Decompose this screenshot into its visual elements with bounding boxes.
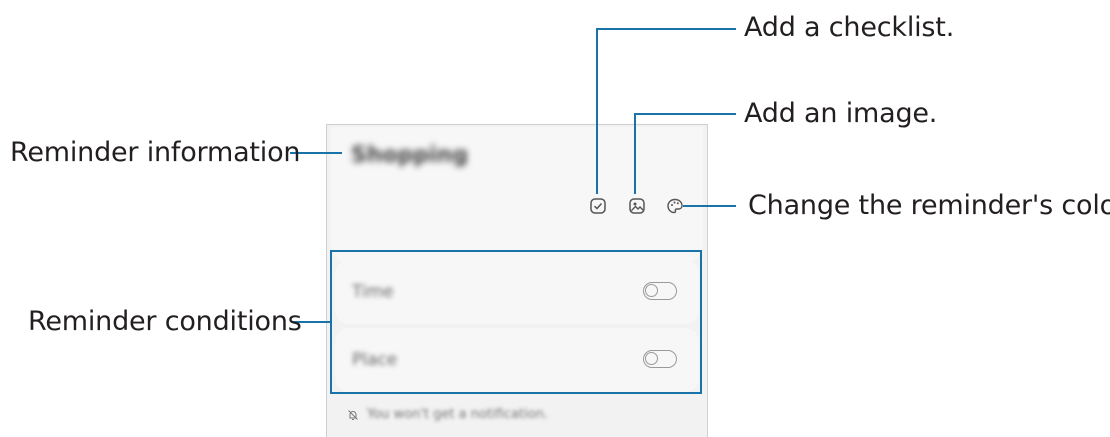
reminder-title[interactable]: Shopping: [351, 143, 468, 168]
checklist-icon[interactable]: [589, 197, 607, 215]
palette-icon[interactable]: [666, 197, 684, 215]
checklist-leader-vertical: [596, 28, 598, 194]
checklist-leader-horizontal: [596, 28, 736, 30]
reminder-conditions-callout: Reminder conditions: [28, 306, 302, 337]
add-checklist-callout: Add a checklist.: [744, 12, 955, 43]
add-image-callout: Add an image.: [744, 98, 938, 129]
image-icon[interactable]: [628, 197, 646, 215]
notice-text: You won't get a notification.: [367, 407, 548, 422]
image-leader-horizontal: [634, 113, 736, 115]
reminder-info-card: Shopping: [331, 127, 703, 263]
image-leader-vertical: [634, 113, 636, 194]
notification-notice: You won't get a notification.: [347, 407, 548, 422]
bell-off-icon: [347, 409, 359, 421]
change-color-callout: Change the reminder's color.: [748, 190, 1110, 221]
color-leader: [683, 205, 736, 207]
reminder-conditions-bracket: [330, 250, 702, 394]
reminder-information-callout: Reminder information: [10, 137, 301, 168]
